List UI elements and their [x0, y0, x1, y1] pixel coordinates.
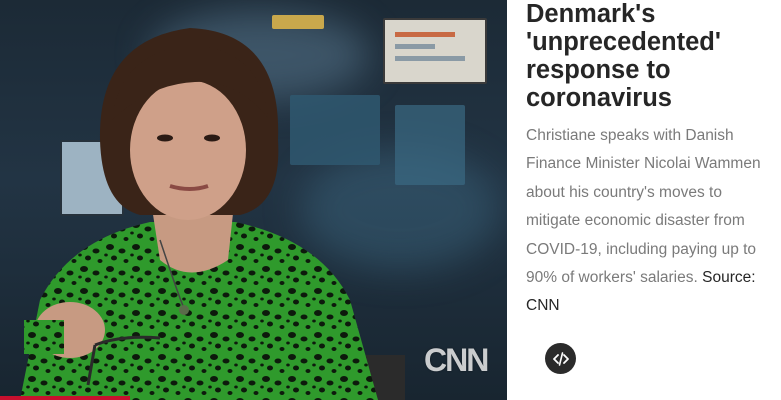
progress-strip	[0, 396, 130, 400]
code-icon	[552, 351, 569, 366]
summary-text: Christiane speaks with Danish Finance Mi…	[526, 127, 761, 287]
article-panel: Denmark's 'unprecedented' response to co…	[507, 0, 781, 400]
video-frame[interactable]: CNN	[0, 0, 507, 400]
presenter-image	[20, 28, 405, 400]
headline[interactable]: Denmark's 'unprecedented' response to co…	[526, 0, 776, 112]
video-card: CNN Denmark's 'unprecedented' response t…	[0, 0, 781, 400]
source-name: CNN	[526, 297, 560, 315]
cnn-watermark-logo: CNN	[424, 342, 489, 378]
article-summary: Christiane speaks with Danish Finance Mi…	[526, 122, 778, 321]
embed-code-button[interactable]	[545, 343, 576, 374]
source-label: Source:	[702, 269, 756, 287]
